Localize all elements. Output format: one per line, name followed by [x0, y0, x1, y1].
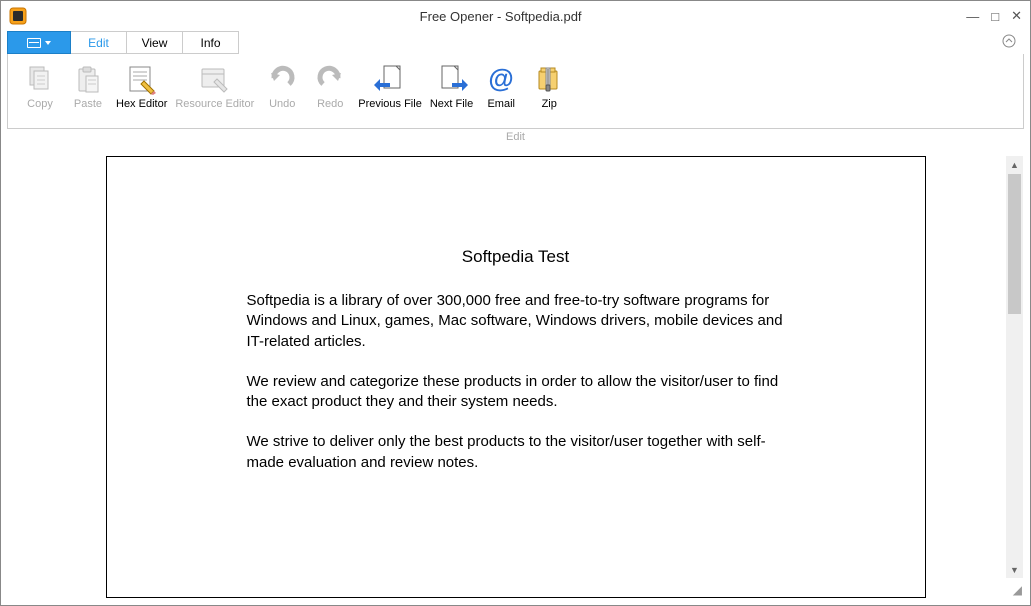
ribbon-tabs: Edit View Info	[1, 31, 1030, 54]
app-icon	[9, 7, 27, 25]
scroll-down-button[interactable]: ▼	[1006, 561, 1023, 578]
doc-paragraph: We strive to deliver only the best produ…	[247, 432, 785, 473]
copy-label: Copy	[27, 98, 53, 126]
paste-label: Paste	[74, 98, 102, 126]
resize-grip[interactable]: ◢	[1008, 583, 1022, 597]
hex-editor-label: Hex Editor	[116, 98, 167, 126]
scroll-thumb[interactable]	[1008, 174, 1021, 314]
close-button[interactable]: ✕	[1011, 8, 1022, 24]
previous-file-icon	[373, 62, 407, 96]
ribbon: Copy Paste Hex Editor Resource Editor Un…	[7, 54, 1024, 129]
previous-file-label: Previous File	[358, 98, 422, 126]
document-page: Softpedia Test Softpedia is a library of…	[106, 156, 926, 598]
redo-label: Redo	[317, 98, 343, 126]
undo-icon	[265, 62, 299, 96]
undo-label: Undo	[269, 98, 295, 126]
app-window: Free Opener - Softpedia.pdf — □ ✕ Edit V…	[0, 0, 1031, 606]
copy-button: Copy	[16, 60, 64, 128]
ribbon-group-label: Edit	[1, 131, 1030, 143]
zip-button[interactable]: Zip	[525, 60, 573, 128]
maximize-button[interactable]: □	[991, 9, 999, 24]
resource-editor-button: Resource Editor	[171, 60, 258, 128]
chevron-down-icon	[45, 41, 51, 45]
copy-icon	[23, 62, 57, 96]
app-menu-button[interactable]	[7, 31, 71, 54]
email-icon: @	[484, 62, 518, 96]
collapse-ribbon-button[interactable]	[1002, 34, 1016, 51]
paste-button: Paste	[64, 60, 112, 128]
content-area: Softpedia Test Softpedia is a library of…	[7, 155, 1024, 599]
scroll-up-button[interactable]: ▲	[1006, 156, 1023, 173]
minimize-button[interactable]: —	[966, 9, 979, 24]
previous-file-button[interactable]: Previous File	[354, 60, 426, 128]
next-file-icon	[435, 62, 469, 96]
tab-edit[interactable]: Edit	[71, 31, 127, 54]
svg-text:@: @	[489, 63, 514, 93]
zip-label: Zip	[542, 98, 557, 126]
tab-view[interactable]: View	[127, 31, 183, 54]
resource-editor-label: Resource Editor	[175, 98, 254, 126]
next-file-button[interactable]: Next File	[426, 60, 477, 128]
undo-button: Undo	[258, 60, 306, 128]
next-file-label: Next File	[430, 98, 473, 126]
zip-icon	[532, 62, 566, 96]
doc-paragraph: Softpedia is a library of over 300,000 f…	[247, 291, 785, 352]
redo-button: Redo	[306, 60, 354, 128]
hex-editor-icon	[125, 62, 159, 96]
window-title: Free Opener - Softpedia.pdf	[35, 9, 966, 24]
titlebar[interactable]: Free Opener - Softpedia.pdf — □ ✕	[1, 1, 1030, 31]
doc-paragraph: We review and categorize these products …	[247, 372, 785, 413]
app-menu-icon	[27, 38, 41, 48]
resource-editor-icon	[198, 62, 232, 96]
doc-title: Softpedia Test	[247, 247, 785, 267]
paste-icon	[71, 62, 105, 96]
hex-editor-button[interactable]: Hex Editor	[112, 60, 171, 128]
vertical-scrollbar[interactable]: ▲ ▼	[1006, 156, 1023, 578]
redo-icon	[313, 62, 347, 96]
window-controls: — □ ✕	[966, 8, 1022, 24]
document-viewport[interactable]: Softpedia Test Softpedia is a library of…	[8, 156, 1023, 598]
tab-info[interactable]: Info	[183, 31, 239, 54]
email-button[interactable]: @ Email	[477, 60, 525, 128]
email-label: Email	[487, 98, 515, 126]
